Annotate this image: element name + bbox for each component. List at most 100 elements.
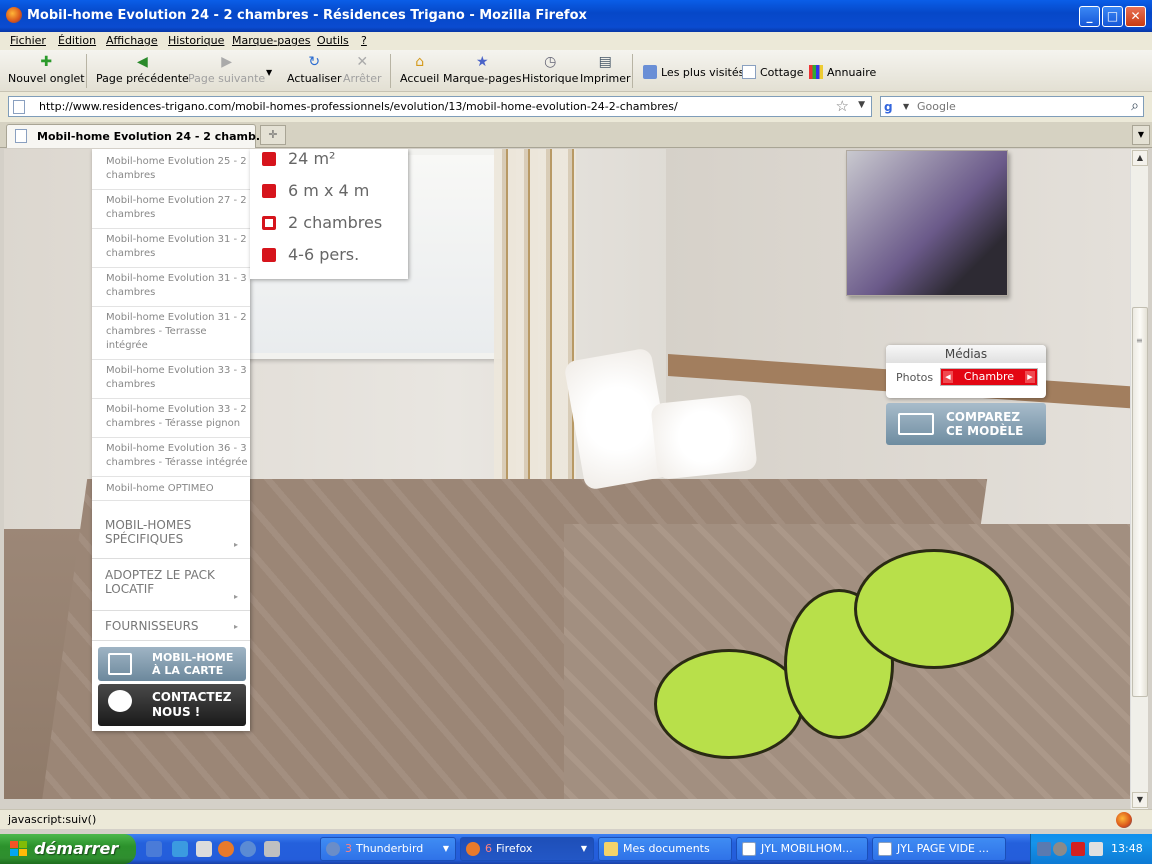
model-menu-item[interactable]: Mobil-home Evolution 31 - 2 chambres - Te… [92,307,250,360]
model-menu-item[interactable]: Mobil-home Evolution 33 - 3 chambres [92,360,250,399]
menu-section-2[interactable]: FOURNISSEURS ▸ [92,611,250,641]
home-label: Accueil [400,72,440,85]
scroll-thumb[interactable] [1132,307,1148,697]
vertical-scrollbar[interactable]: ▲ ≡ ▼ [1130,149,1148,809]
start-button[interactable]: démarrer [0,834,136,864]
menu-section-label: FOURNISSEURS [105,619,199,633]
quicklaunch-media-player-icon[interactable] [240,841,256,857]
print-button[interactable]: ▤ Imprimer [580,54,631,85]
firefox-status-icon[interactable] [1116,812,1132,828]
model-menu-item-label: Mobil-home Evolution 31 - 2 [106,312,247,323]
menu-section-0[interactable]: MOBIL-HOMES SPÉCIFIQUES ▸ [92,509,250,559]
quicklaunch-firefox-icon[interactable] [218,841,234,857]
menu-section-1[interactable]: ADOPTEZ LE PACK LOCATIF ▸ [92,559,250,611]
model-menu-item-label: chambres - Térasse intégrée [106,457,248,468]
bookmarks-button[interactable]: ★ Marque-pages [443,54,521,85]
back-button[interactable]: ◀ Page précédente [96,54,189,85]
url-bar[interactable]: http://www.residences-trigano.com/mobil-… [8,96,872,117]
mobil-home-a-la-carte-button[interactable]: MOBIL-HOME À LA CARTE [98,647,246,681]
forward-button[interactable]: ▶ Page suivante [188,54,265,85]
bookmark-cottage[interactable]: Cottage [742,65,804,79]
history-button[interactable]: ◷ Historique [522,54,578,85]
security-icon[interactable] [1053,842,1067,856]
tab-list-dropdown-icon[interactable]: ▼ [1132,125,1150,145]
history-label: Historique [522,72,579,85]
bookmark-star-icon[interactable]: ☆ [836,97,849,115]
reload-icon: ↻ [308,54,321,70]
model-menu-item[interactable]: Mobil-home Evolution 25 - 2 chambres [92,151,250,190]
compare-model-button[interactable]: COMPAREZ CE MODÈLE [886,403,1046,445]
new-tab-button[interactable]: ✚ Nouvel onglet [8,54,85,85]
minimize-button[interactable]: _ [1079,6,1100,27]
url-dropdown-icon[interactable]: ▼ [858,100,865,110]
reload-button[interactable]: ↻ Actualiser [287,54,342,85]
antivirus-icon[interactable] [1071,842,1085,856]
maximize-button[interactable]: □ [1102,6,1123,27]
model-menu-item[interactable]: Mobil-home Evolution 31 - 3 chambres [92,268,250,307]
menu-edition[interactable]: Édition [58,34,96,47]
toolbar-separator [632,54,633,88]
toolbar-separator [390,54,391,88]
menu-help[interactable]: ? [361,34,367,47]
model-menu-item[interactable]: Mobil-home Evolution 27 - 2 chambres [92,190,250,229]
task-label: Mes documents [623,842,710,855]
compare-label: COMPAREZ CE MODÈLE [946,410,1023,438]
system-tray: 13:48 [1030,834,1152,864]
scroll-down-arrow-icon[interactable]: ▼ [1132,792,1148,808]
contact-button[interactable]: CONTACTEZ NOUS ! [98,684,246,726]
model-menu-item[interactable]: Mobil-home Evolution 31 - 2 chambres [92,229,250,268]
search-icon[interactable]: ⌕ [1131,98,1139,114]
task-mes-documents[interactable]: Mes documents [598,837,732,861]
task-jyl-page-vide[interactable]: JYL PAGE VIDE ... [872,837,1006,861]
bookmark-label: Les plus visités [661,66,745,79]
model-menu-item-label: Mobil-home Evolution 31 - 3 [106,273,247,284]
menu-section-label: LOCATIF [105,582,155,596]
menu-fichier[interactable]: Fichier [10,34,46,47]
task-thunderbird[interactable]: 3 Thunderbird ▼ [320,837,456,861]
home-button[interactable]: ⌂ Accueil [400,54,439,85]
model-menu: Mobil-home Evolution 25 - 2 chambres Mobil… [92,149,250,731]
search-bar[interactable]: g ▼ ⌕ [880,96,1144,117]
close-button[interactable]: ✕ [1125,6,1146,27]
search-input[interactable] [917,99,1117,114]
model-menu-item-label: chambres [106,248,156,259]
forward-arrow-icon: ▶ [221,54,232,70]
model-menu-item[interactable]: Mobil-home Evolution 33 - 2 chambres - Té… [92,399,250,438]
tab-active[interactable]: Mobil-home Evolution 24 - 2 chamb... [6,124,268,148]
task-firefox[interactable]: 6 Firefox ▼ [460,837,594,861]
menu-outils[interactable]: Outils [317,34,349,47]
task-label: Firefox [496,842,533,855]
bookmark-annuaire[interactable]: Annuaire [809,65,876,79]
bookmark-les-plus-visites[interactable]: Les plus visités [643,65,744,79]
google-icon[interactable]: g [884,100,900,114]
model-menu-item[interactable]: Mobil-home Evolution 36 - 3 chambres - Té… [92,438,250,477]
network-icon[interactable] [1037,842,1051,856]
firefox-icon [466,842,480,856]
quicklaunch-desktop-icon[interactable] [196,841,212,857]
stop-button[interactable]: ✕ Arrêter [343,54,382,85]
menu-historique[interactable]: Historique [168,34,224,47]
medias-panel: Médias Photos ◀ Chambre ▶ [886,345,1046,398]
model-menu-item[interactable]: Mobil-home OPTIMEO [92,477,250,501]
model-menu-item-label: chambres - Térasse pignon [106,418,241,429]
reload-label: Actualiser [287,72,342,85]
window-title-bar[interactable]: Mobil-home Evolution 24 - 2 chambres - R… [0,0,1152,32]
quicklaunch-internet-explorer-icon[interactable] [172,841,188,857]
back-label: Page précédente [96,72,189,85]
history-dropdown-arrow[interactable]: ▼ [266,68,272,77]
bookmark-folder-icon [643,65,657,79]
search-engine-dropdown-icon[interactable]: ▼ [903,102,909,111]
scroll-up-arrow-icon[interactable]: ▲ [1132,150,1148,166]
menu-affichage[interactable]: Affichage [106,34,158,47]
background-pillow [650,393,758,481]
compare-label-line: COMPAREZ [946,410,1021,424]
photo-category-selector[interactable]: ◀ Chambre ▶ [940,368,1038,386]
new-tab-plus-button[interactable]: ✛ [260,125,286,145]
volume-icon[interactable] [1089,842,1103,856]
previous-arrow-icon[interactable]: ◀ [943,371,953,383]
next-arrow-icon[interactable]: ▶ [1025,371,1035,383]
quicklaunch-ie-icon[interactable] [146,841,162,857]
task-jyl-mobilhom[interactable]: JYL MOBILHOM... [736,837,868,861]
quicklaunch-user-icon[interactable] [264,841,280,857]
menu-marque-pages[interactable]: Marque-pages [232,34,310,47]
